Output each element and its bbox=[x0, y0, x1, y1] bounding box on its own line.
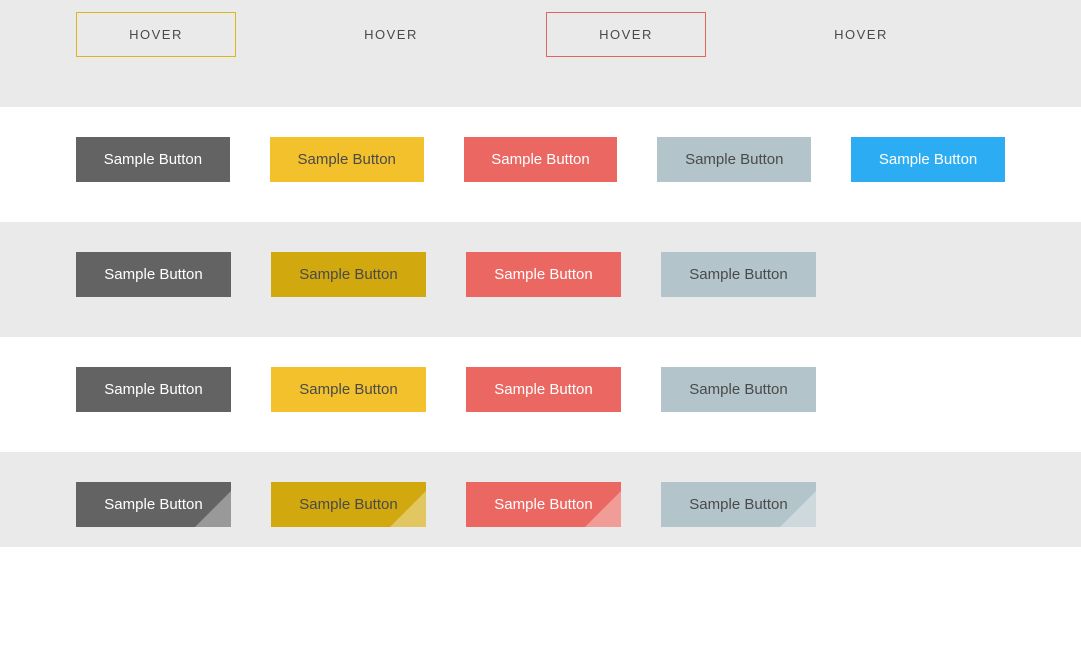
hover-button-plain-2[interactable]: HOVER bbox=[781, 12, 941, 57]
hover-row: HOVER HOVER HOVER HOVER bbox=[0, 0, 1081, 107]
sample-button-red-corner[interactable]: Sample Button bbox=[466, 482, 621, 527]
sample-button-yellow[interactable]: Sample Button bbox=[270, 137, 424, 182]
sample-button-dark[interactable]: Sample Button bbox=[76, 367, 231, 412]
sample-button-dark-corner[interactable]: Sample Button bbox=[76, 482, 231, 527]
hover-button-outlined-yellow[interactable]: HOVER bbox=[76, 12, 236, 57]
sample-button-yellow-dark[interactable]: Sample Button bbox=[271, 252, 426, 297]
sample-button-yellow-corner[interactable]: Sample Button bbox=[271, 482, 426, 527]
solid-row-4: Sample Button Sample Button Sample Butto… bbox=[0, 452, 1081, 547]
sample-button-red[interactable]: Sample Button bbox=[464, 137, 618, 182]
sample-button-dark[interactable]: Sample Button bbox=[76, 252, 231, 297]
sample-button-red[interactable]: Sample Button bbox=[466, 252, 621, 297]
solid-row-2: Sample Button Sample Button Sample Butto… bbox=[0, 222, 1081, 337]
sample-button-blue[interactable]: Sample Button bbox=[851, 137, 1005, 182]
hover-button-outlined-red[interactable]: HOVER bbox=[546, 12, 706, 57]
sample-button-gray[interactable]: Sample Button bbox=[661, 367, 816, 412]
solid-row-3: Sample Button Sample Button Sample Butto… bbox=[0, 337, 1081, 452]
sample-button-gray[interactable]: Sample Button bbox=[661, 252, 816, 297]
sample-button-red[interactable]: Sample Button bbox=[466, 367, 621, 412]
sample-button-gray[interactable]: Sample Button bbox=[657, 137, 811, 182]
sample-button-yellow[interactable]: Sample Button bbox=[271, 367, 426, 412]
sample-button-gray-corner[interactable]: Sample Button bbox=[661, 482, 816, 527]
hover-button-plain-1[interactable]: HOVER bbox=[311, 12, 471, 57]
sample-button-dark[interactable]: Sample Button bbox=[76, 137, 230, 182]
solid-row-1: Sample Button Sample Button Sample Butto… bbox=[0, 107, 1081, 222]
